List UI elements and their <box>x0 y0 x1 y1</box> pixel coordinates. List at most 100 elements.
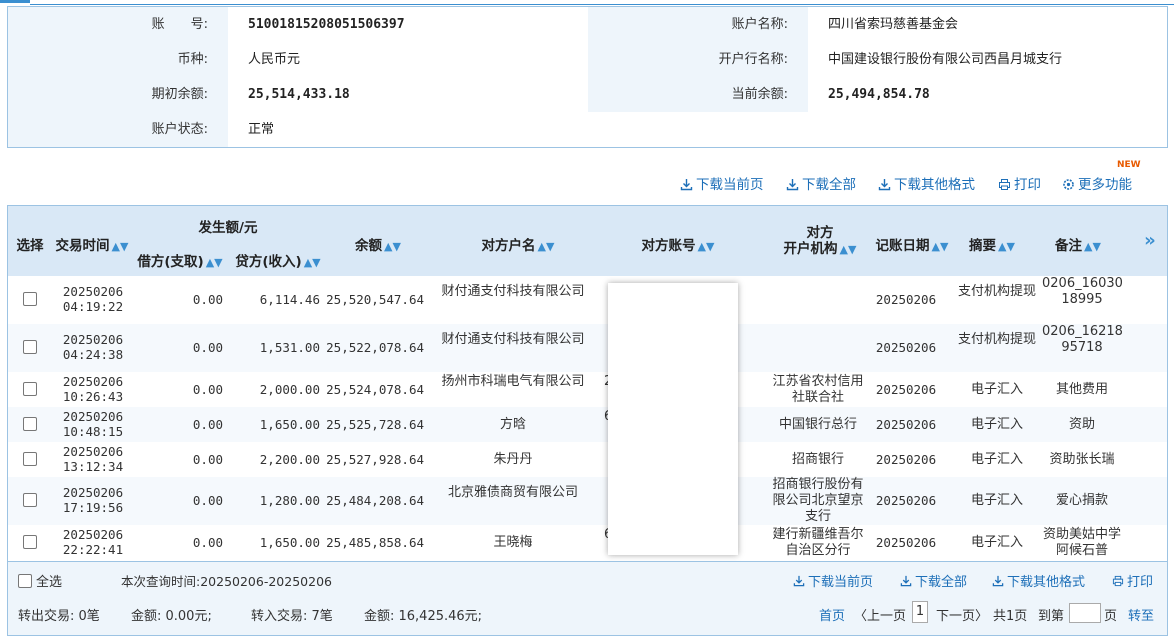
row-credit: 6,114.46 <box>259 292 320 307</box>
next-page-link[interactable]: 下一页〉 <box>936 605 988 624</box>
row-checkbox[interactable] <box>23 292 37 306</box>
more-functions-button[interactable]: 更多功能 <box>1062 175 1132 195</box>
row-summary: 电子汇入 <box>970 381 1023 397</box>
row-credit: 1,531.00 <box>259 340 320 355</box>
row-remark: 爱心捐款 <box>1055 493 1108 508</box>
row-transaction-time: 20250206 04:19:22 <box>62 284 124 314</box>
first-page-link[interactable]: 首页 <box>819 605 845 624</box>
row-summary: 支付机构提现 <box>958 284 1037 299</box>
table-header: 选择 交易时间 ▲▼ 发生额/元 借方(支取) ▲▼ 贷方(收入) ▲▼ 余额 ▲▼ 对… <box>8 206 1167 276</box>
header-balance[interactable]: 余额 ▲▼ <box>338 234 418 254</box>
download-icon <box>786 179 799 191</box>
current-balance-value: 25,494,854.78 <box>828 87 930 102</box>
out-transactions: 转出交易: 0笔 <box>18 609 100 624</box>
download-page-button[interactable]: 下载当前页 <box>680 175 764 195</box>
bank-label: 开户行名称: <box>588 42 808 77</box>
row-balance: 25,522,078.64 <box>326 340 424 355</box>
goto-button[interactable]: 转至 <box>1128 605 1154 624</box>
footer-download-all-button[interactable]: 下载全部 <box>900 571 967 590</box>
row-counterparty-name: 北京雅债商贸有限公司 <box>447 485 578 500</box>
row-debit: 0.00 <box>192 451 223 467</box>
download-icon <box>793 575 805 587</box>
row-debit: 0.00 <box>192 416 223 432</box>
row-remark: 0206_16218 95718 <box>1042 324 1123 355</box>
row-balance: 25,525,728.64 <box>326 416 424 432</box>
opening-balance-label: 期初余额: <box>8 77 228 112</box>
table-row[interactable]: 20250206 22:22:41 0.00 1,650.00 25,485,858.6… <box>8 525 1167 560</box>
row-checkbox[interactable] <box>23 534 37 549</box>
row-summary: 电子汇入 <box>970 416 1023 432</box>
row-debit: 0.00 <box>192 292 223 307</box>
bank-value: 中国建设银行股份有限公司西昌月城支行 <box>828 52 1063 67</box>
row-counterparty-bank: 中国银行总行 <box>778 416 857 432</box>
row-credit: 2,200.00 <box>259 451 320 467</box>
row-balance: 25,485,858.64 <box>326 534 424 550</box>
goto-page-input[interactable] <box>1069 603 1101 623</box>
row-summary: 电子汇入 <box>970 493 1023 508</box>
download-other-format-button[interactable]: 下载其他格式 <box>878 175 975 195</box>
row-checkbox[interactable] <box>23 416 37 431</box>
current-balance-label: 当前余额: <box>588 77 808 112</box>
row-transaction-time: 20250206 17:19:56 <box>62 485 124 515</box>
header-time[interactable]: 交易时间 ▲▼ <box>52 234 132 254</box>
currency-label: 币种: <box>8 42 228 77</box>
page-unit-label: 页 <box>1104 609 1118 624</box>
status-value: 正常 <box>248 122 275 137</box>
table-row[interactable]: 20250206 04:19:22 0.00 6,114.46 25,520,547.6… <box>8 276 1167 324</box>
header-counterparty-name[interactable]: 对方户名 ▲▼ <box>438 234 598 254</box>
header-counterparty-bank[interactable]: 对方 开户机构 ▲▼ <box>760 225 880 258</box>
out-amount: 金额: 0.00元; <box>131 609 212 624</box>
row-credit: 2,000.00 <box>259 381 320 397</box>
select-all-checkbox[interactable]: 全选 <box>18 571 62 590</box>
row-remark: 0206_16030 18995 <box>1042 276 1123 307</box>
row-counterparty-bank: 江苏省农村信用社联合社 <box>772 373 864 405</box>
print-button[interactable]: 打印 <box>998 175 1041 195</box>
footer-print-button[interactable]: 打印 <box>1112 571 1153 590</box>
download-icon <box>680 179 693 191</box>
header-summary[interactable]: 摘要 ▲▼ <box>962 234 1022 254</box>
row-credit: 1,280.00 <box>259 493 320 508</box>
header-debit[interactable]: 借方(支取) ▲▼ <box>132 250 228 270</box>
row-summary: 支付机构提现 <box>958 332 1037 347</box>
table-row[interactable]: 20250206 13:12:34 0.00 2,200.00 25,527,928.6… <box>8 442 1167 477</box>
row-summary: 电子汇入 <box>970 451 1023 467</box>
header-counterparty-account[interactable]: 对方账号 ▲▼ <box>608 234 748 254</box>
header-post-date[interactable]: 记账日期 ▲▼ <box>872 234 952 254</box>
row-checkbox[interactable] <box>23 340 37 354</box>
prev-page-link[interactable]: 〈上一页 <box>854 605 906 624</box>
row-post-date: 20250206 <box>875 340 937 355</box>
account-info-panel: 账 号: 51001815208051506397 账户名称: 四川省索玛慈善基… <box>7 6 1168 148</box>
header-amount-group: 发生额/元 <box>198 220 258 236</box>
table-row[interactable]: 20250206 10:48:15 0.00 1,650.00 25,525,728.6… <box>8 407 1167 442</box>
row-balance: 25,520,547.64 <box>326 292 424 307</box>
table-row[interactable]: 20250206 04:24:38 0.00 1,531.00 25,522,078.6… <box>8 324 1167 372</box>
header-credit[interactable]: 贷方(收入) ▲▼ <box>230 250 326 270</box>
row-transaction-time: 20250206 10:26:43 <box>62 373 124 404</box>
total-pages: 共1页 <box>993 609 1028 624</box>
row-checkbox[interactable] <box>23 451 37 466</box>
row-post-date: 20250206 <box>875 381 937 397</box>
header-remark[interactable]: 备注 ▲▼ <box>1048 234 1108 254</box>
table-row[interactable]: 20250206 10:26:43 0.00 2,000.00 25,524,078.6… <box>8 372 1167 407</box>
row-post-date: 20250206 <box>875 451 937 467</box>
row-counterparty-bank: 招商银行 <box>791 451 844 467</box>
scroll-right-icon[interactable]: » <box>1136 230 1164 251</box>
row-counterparty-name: 方晗 <box>499 416 526 432</box>
footer-download-other-button[interactable]: 下载其他格式 <box>992 571 1085 590</box>
redaction-overlay <box>608 283 738 555</box>
row-counterparty-bank: 建行新疆维吾尔自治区分行 <box>772 526 864 558</box>
header-select: 选择 <box>16 238 44 254</box>
toolbar: 下载当前页 下载全部 下载其他格式 打印 更多功能 <box>0 175 1174 195</box>
row-debit: 0.00 <box>192 340 223 355</box>
footer-download-page-button[interactable]: 下载当前页 <box>793 571 873 590</box>
row-transaction-time: 20250206 22:22:41 <box>62 526 124 557</box>
row-checkbox[interactable] <box>23 493 37 507</box>
row-transaction-time: 20250206 04:24:38 <box>62 332 124 362</box>
table-row[interactable]: 20250206 17:19:56 0.00 1,280.00 25,484,208.6… <box>8 477 1167 525</box>
row-checkbox[interactable] <box>23 381 37 396</box>
row-remark: 其他费用 <box>1055 381 1108 397</box>
row-debit: 0.00 <box>192 493 223 508</box>
download-all-button[interactable]: 下载全部 <box>786 175 856 195</box>
row-post-date: 20250206 <box>875 292 937 307</box>
row-credit: 1,650.00 <box>259 534 320 550</box>
